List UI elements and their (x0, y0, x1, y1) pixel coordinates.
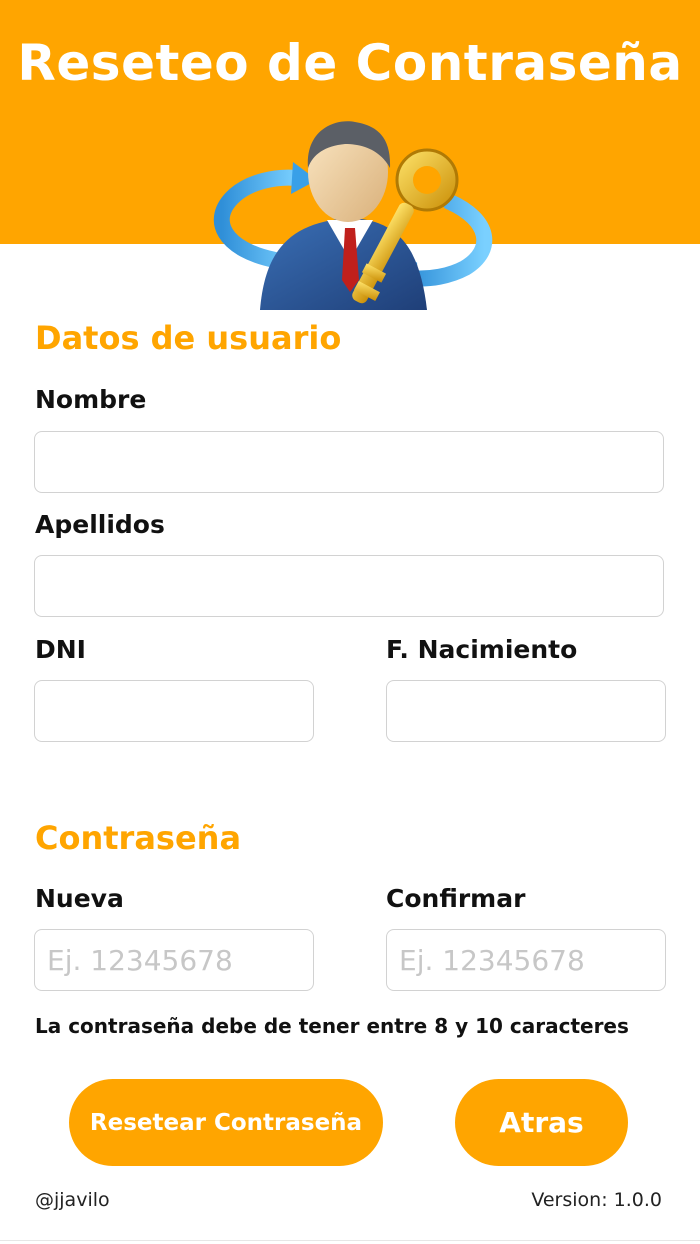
birth-date-input[interactable] (386, 680, 666, 742)
page-title: Reseteo de Contraseña (17, 34, 683, 92)
version-label: Version: 1.0.0 (531, 1189, 662, 1211)
confirm-password-input[interactable] (386, 929, 666, 991)
new-password-label: Nueva (35, 884, 124, 913)
author-handle: @jjavilo (35, 1189, 110, 1211)
bottom-divider (0, 1240, 700, 1241)
password-section-title: Contraseña (35, 819, 242, 857)
nombre-input[interactable] (34, 431, 664, 493)
confirm-password-label: Confirmar (386, 884, 526, 913)
reset-password-button[interactable]: Resetear Contraseña (69, 1079, 383, 1166)
apellidos-label: Apellidos (35, 510, 165, 539)
birth-date-label: F. Nacimiento (386, 635, 578, 664)
dni-input[interactable] (34, 680, 314, 742)
back-button[interactable]: Atras (455, 1079, 628, 1166)
dni-label: DNI (35, 635, 86, 664)
apellidos-input[interactable] (34, 555, 664, 617)
user-data-section-title: Datos de usuario (35, 319, 342, 357)
user-key-reset-icon (213, 121, 493, 310)
nombre-label: Nombre (35, 385, 147, 414)
password-hint: La contraseña debe de tener entre 8 y 10… (35, 1014, 629, 1038)
new-password-input[interactable] (34, 929, 314, 991)
